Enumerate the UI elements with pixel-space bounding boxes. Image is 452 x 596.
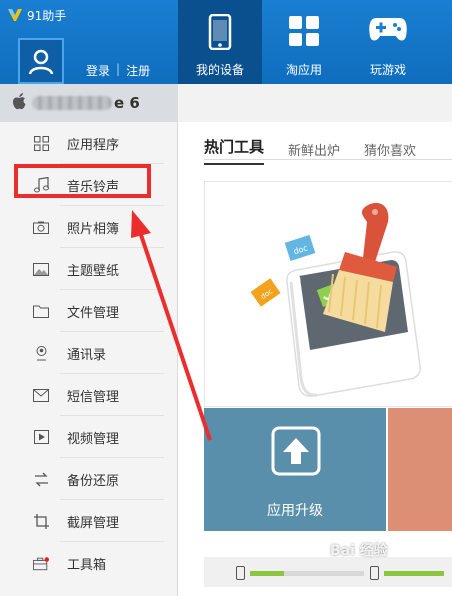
phone-small-icon [370, 565, 379, 584]
register-link[interactable]: 注册 [126, 62, 150, 79]
app-title: 91助手 [27, 8, 67, 23]
sidebar-item-photos[interactable]: 照片相簿 [0, 206, 178, 248]
usage-track [284, 571, 364, 576]
phone-small-icon [236, 565, 245, 584]
auth-links: 登录 | 注册 [86, 62, 150, 79]
sidebar-item-backup[interactable]: 备份还原 [0, 458, 178, 500]
watermark-text: Bai 经验 [330, 543, 388, 559]
avatar[interactable] [18, 38, 64, 84]
watermark: Bai 经验 [330, 540, 388, 560]
sidebar: 应用程序 音乐铃声 照片相簿 主题壁纸 文件管理 通讯录 短信管理 视频管理 备… [0, 122, 178, 596]
app-title-area: 91助手 [6, 6, 66, 24]
sidebar-item-files[interactable]: 文件管理 [0, 290, 178, 332]
app-window: 91助手 登录 | 注册 我的设备 淘应用 玩游戏 e 6 应用程序 音乐铃声 … [0, 0, 452, 596]
sidebar-item-label: 文件管理 [67, 305, 120, 321]
usage-fill [250, 571, 284, 576]
nav-tab-my-device[interactable]: 我的设备 [178, 0, 262, 84]
nav-tab-label: 我的设备 [195, 63, 244, 77]
sidebar-item-sms[interactable]: 短信管理 [0, 374, 178, 416]
nav-tab-games[interactable]: 玩游戏 [346, 0, 430, 84]
next-tool-tile[interactable] [388, 408, 452, 531]
sidebar-item-toolbox[interactable]: 工具箱 [0, 542, 178, 584]
login-link[interactable]: 登录 [86, 62, 110, 79]
main-nav: 我的设备 淘应用 玩游戏 [178, 0, 430, 84]
app-upgrade-label: 应用升级 [267, 503, 323, 519]
sidebar-item-label: 通讯录 [67, 347, 107, 363]
nav-tab-apps[interactable]: 淘应用 [262, 0, 346, 84]
sidebar-item-label: 短信管理 [67, 389, 120, 405]
contact-icon [33, 345, 49, 361]
divider [204, 159, 452, 160]
device-name-blurred [32, 96, 112, 110]
sidebar-item-screenshots[interactable]: 截屏管理 [0, 500, 178, 542]
content-tabs: 热门工具 新鲜出炉 猜你喜欢 [204, 136, 440, 165]
storage-usage-bar [204, 557, 452, 587]
auth-separator: | [116, 62, 121, 76]
usage-fill [384, 571, 444, 576]
tab-hot-tools[interactable]: 热门工具 [204, 136, 265, 165]
sidebar-item-label: 截屏管理 [67, 515, 120, 531]
main-panel: 热门工具 新鲜出炉 猜你喜欢 doc doc 应用升级 [178, 122, 452, 596]
nav-tab-label: 玩游戏 [369, 63, 406, 77]
highlight-box [14, 164, 151, 198]
tool-cleanup-card[interactable]: doc doc [204, 181, 452, 407]
phone-icon [208, 13, 232, 53]
device-name: e 6 [114, 94, 140, 112]
upload-arrow-icon [271, 426, 321, 476]
tab-recommended[interactable]: 猜你喜欢 [364, 140, 416, 165]
toolbox-icon [33, 555, 49, 571]
sidebar-item-label: 照片相簿 [67, 221, 120, 237]
sidebar-item-apps[interactable]: 应用程序 [0, 122, 178, 164]
app-grid-icon [33, 135, 49, 151]
backup-arrows-icon [33, 471, 49, 487]
app-logo-icon [6, 8, 24, 22]
phone-cleanup-illustration: doc doc [250, 202, 421, 397]
envelope-icon [33, 387, 49, 403]
user-icon [28, 49, 54, 75]
sidebar-item-label: 工具箱 [67, 557, 107, 573]
screenshot-icon [33, 513, 49, 529]
sidebar-item-label: 备份还原 [67, 473, 120, 489]
folder-icon [33, 303, 49, 319]
video-play-icon [33, 429, 49, 445]
sidebar-item-contacts[interactable]: 通讯录 [0, 332, 178, 374]
sidebar-item-label: 应用程序 [67, 137, 120, 153]
tab-new-releases[interactable]: 新鲜出炉 [288, 140, 340, 165]
sidebar-item-label: 视频管理 [67, 431, 120, 447]
app-upgrade-tile[interactable]: 应用升级 [204, 408, 386, 531]
nav-tab-label: 淘应用 [285, 63, 322, 77]
sidebar-item-label: 主题壁纸 [67, 263, 120, 279]
device-bar[interactable]: e 6 [0, 84, 178, 122]
camera-icon [33, 219, 49, 235]
landscape-image-icon [33, 261, 49, 277]
gamepad-icon [368, 14, 408, 47]
app-grid-icon [287, 14, 321, 51]
sidebar-item-videos[interactable]: 视频管理 [0, 416, 178, 458]
top-header: 91助手 登录 | 注册 我的设备 淘应用 玩游戏 [0, 0, 452, 84]
apple-icon [12, 92, 26, 114]
sidebar-item-wallpaper[interactable]: 主题壁纸 [0, 248, 178, 290]
